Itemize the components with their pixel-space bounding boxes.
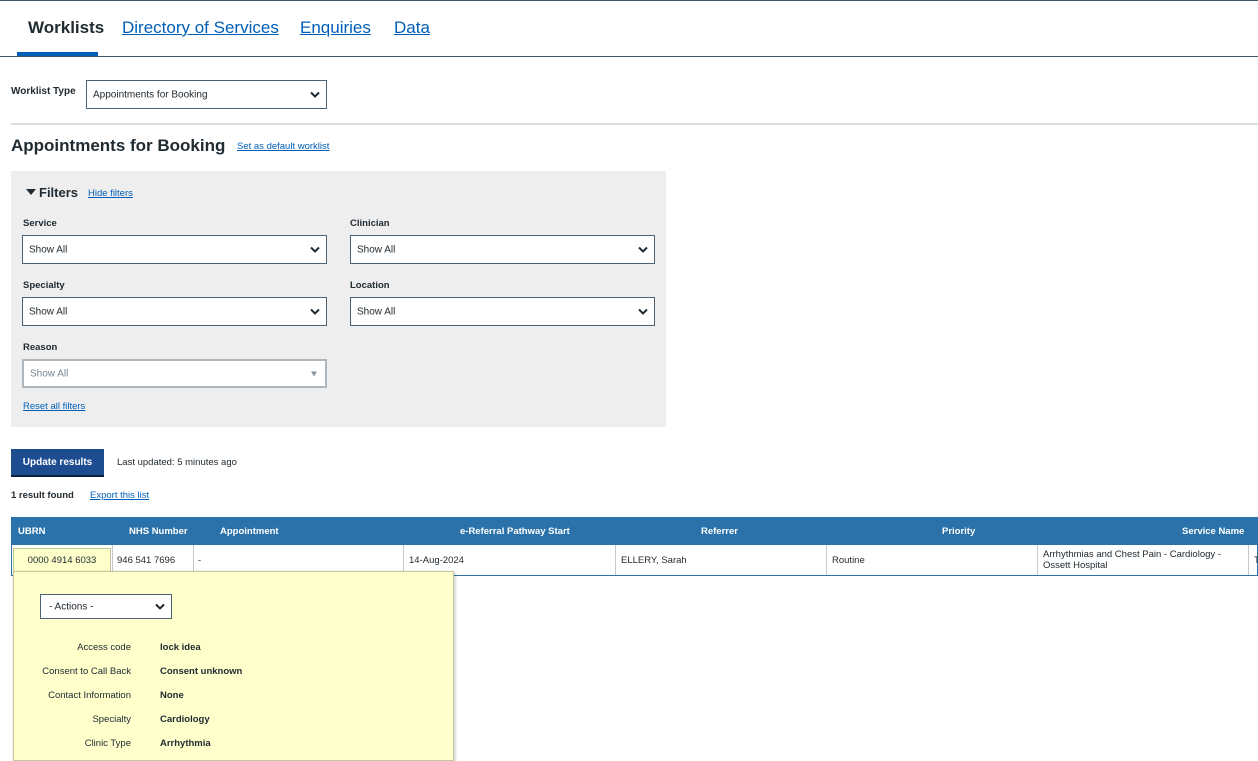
section-divider (11, 123, 1258, 125)
chevron-down-icon (638, 308, 648, 315)
row-details-popup: - Actions - Access code lock idea Consen… (13, 571, 454, 761)
page-title: Appointments for Booking (11, 136, 226, 155)
detail-key-clinic-type: Clinic Type (84, 738, 131, 749)
cell-pathway-start: 14-Aug-2024 (409, 555, 464, 566)
tab-data[interactable]: Data (394, 18, 430, 38)
collapse-triangle-icon[interactable] (26, 189, 36, 195)
column-divider (826, 545, 827, 575)
service-filter-label: Service (23, 218, 57, 229)
detail-value-clinic-type: Arrhythmia (160, 738, 211, 749)
specialty-filter-label: Specialty (23, 280, 65, 291)
detail-value-specialty: Cardiology (160, 714, 210, 725)
filters-title[interactable]: Filters (39, 185, 78, 200)
result-count: 1 result found (11, 490, 74, 501)
clinician-filter-label: Clinician (350, 218, 390, 229)
service-filter-select[interactable]: Show All (22, 235, 327, 264)
cell-appointment: - (198, 555, 202, 566)
detail-value-contact: None (160, 690, 184, 701)
last-updated-text: Last updated: 5 minutes ago (117, 457, 237, 468)
chevron-down-icon (310, 246, 320, 253)
detail-value-access-code: lock idea (160, 642, 201, 653)
detail-key-specialty: Specialty (92, 714, 131, 725)
chevron-down-icon (310, 91, 320, 98)
chevron-down-icon (638, 246, 648, 253)
detail-value-consent: Consent unknown (160, 666, 243, 677)
header-ubrn[interactable]: UBRN (18, 526, 45, 537)
main-navigation: Worklists Directory of Services Enquirie… (0, 1, 1258, 57)
specialty-filter-value: Show All (29, 306, 68, 317)
cell-overflow: T (1254, 555, 1258, 566)
header-appointment[interactable]: Appointment (220, 526, 279, 537)
reason-filter-value: Show All (30, 368, 69, 379)
location-filter-select[interactable]: Show All (350, 297, 655, 326)
specialty-filter-select[interactable]: Show All (22, 297, 327, 326)
chevron-down-icon (155, 603, 165, 610)
actions-select[interactable]: - Actions - (40, 594, 172, 619)
header-service-name[interactable]: Service Name (1182, 526, 1244, 537)
cell-referrer: ELLERY, Sarah (621, 555, 687, 566)
results-table-header: UBRN NHS Number Appointment e-Referral P… (11, 517, 1258, 545)
cell-service-name-line1: Arrhythmias and Chest Pain - Cardiology … (1043, 549, 1221, 560)
worklist-type-value: Appointments for Booking (93, 89, 208, 100)
tab-enquiries[interactable]: Enquiries (300, 18, 371, 38)
location-filter-value: Show All (357, 306, 396, 317)
reason-filter-label: Reason (23, 342, 58, 353)
location-filter-label: Location (350, 280, 390, 291)
reason-filter-select: Show All (22, 359, 327, 388)
column-divider (1037, 545, 1038, 575)
column-divider (615, 545, 616, 575)
worklist-type-label: Worklist Type (11, 86, 76, 97)
cell-priority: Routine (832, 555, 865, 566)
cell-ubrn[interactable]: 0000 4914 6033 (13, 548, 111, 572)
tab-directory-of-services[interactable]: Directory of Services (122, 18, 279, 38)
header-referrer[interactable]: Referrer (701, 526, 738, 537)
clinician-filter-select[interactable]: Show All (350, 235, 655, 264)
cell-nhs-number: 946 541 7696 (117, 555, 176, 566)
detail-key-access-code: Access code (77, 642, 131, 653)
caret-down-icon (311, 371, 317, 376)
clinician-filter-value: Show All (357, 244, 396, 255)
cell-service-name-line2: Ossett Hospital (1043, 560, 1108, 571)
service-filter-value: Show All (29, 244, 68, 255)
header-priority[interactable]: Priority (942, 526, 975, 537)
export-list-link[interactable]: Export this list (90, 490, 149, 501)
active-tab-indicator (17, 52, 98, 56)
worklist-type-select[interactable]: Appointments for Booking (86, 80, 327, 109)
reset-filters-link[interactable]: Reset all filters (23, 401, 85, 412)
update-results-button[interactable]: Update results (11, 449, 104, 477)
hide-filters-link[interactable]: Hide filters (88, 188, 133, 199)
detail-key-consent: Consent to Call Back (42, 666, 131, 677)
chevron-down-icon (310, 308, 320, 315)
header-nhs-number[interactable]: NHS Number (129, 526, 188, 537)
filters-panel: Filters Hide filters Service Show All Cl… (11, 171, 666, 427)
detail-key-contact: Contact Information (48, 690, 131, 701)
column-divider (1248, 545, 1249, 575)
header-pathway-start[interactable]: e-Referral Pathway Start (460, 526, 570, 537)
tab-worklists[interactable]: Worklists (28, 18, 104, 38)
actions-select-value: - Actions - (49, 601, 94, 612)
set-default-worklist-link[interactable]: Set as default worklist (237, 141, 329, 152)
